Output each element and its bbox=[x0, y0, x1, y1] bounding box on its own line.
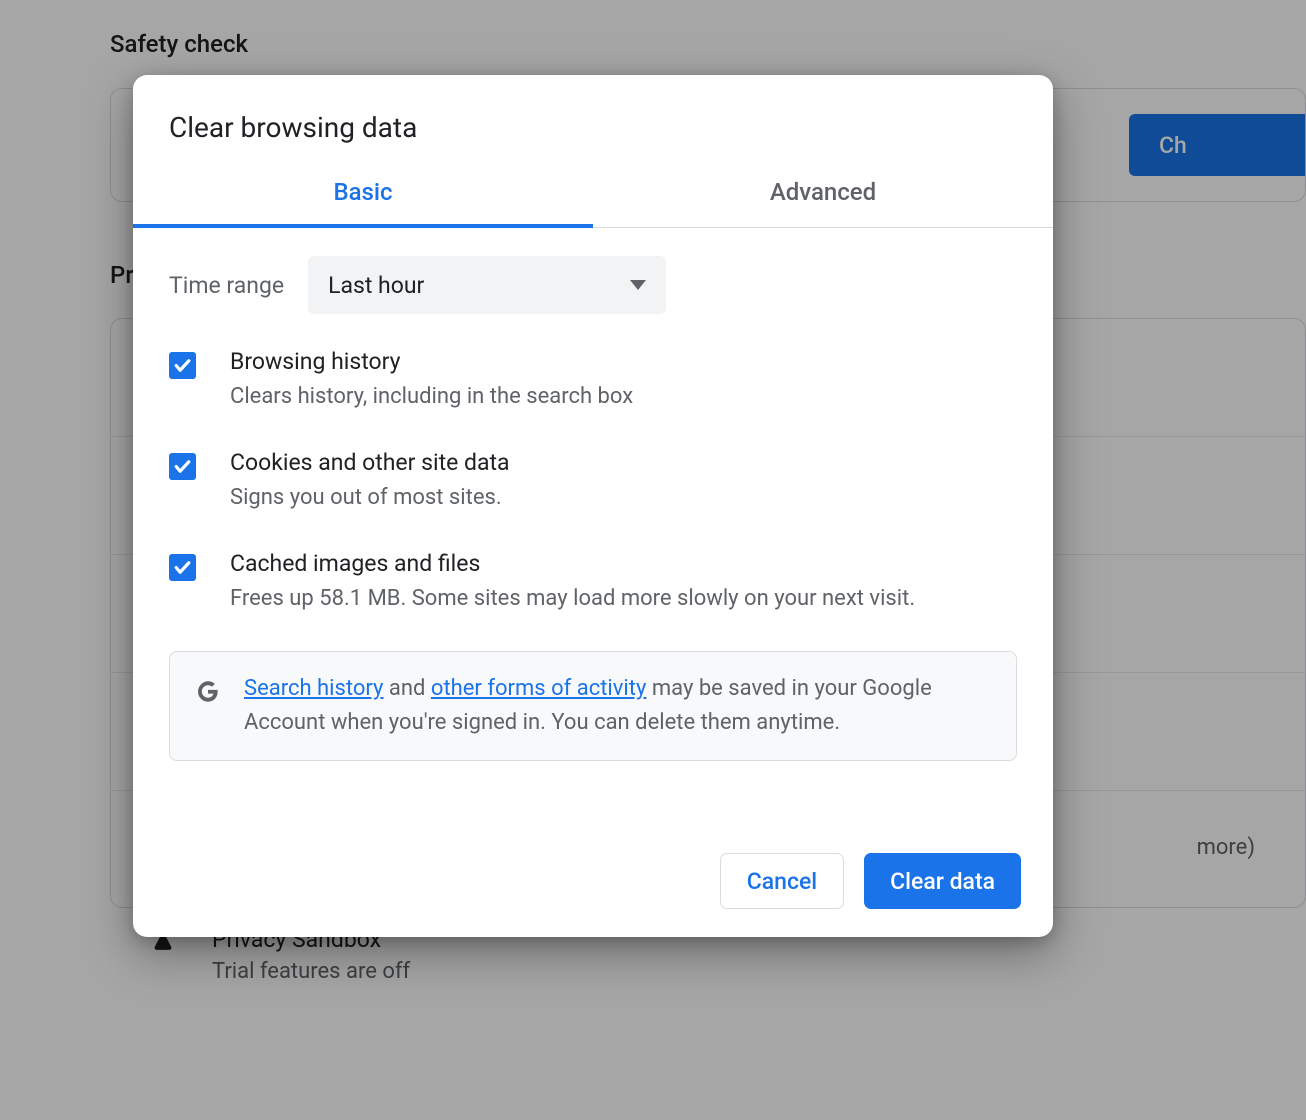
google-account-info-text: Search history and other forms of activi… bbox=[244, 672, 992, 740]
time-range-select[interactable]: Last hour bbox=[308, 256, 666, 314]
option-title: Cached images and files bbox=[230, 550, 915, 577]
checkbox-cookies[interactable] bbox=[169, 453, 196, 480]
tab-advanced[interactable]: Advanced bbox=[593, 178, 1053, 228]
option-desc: Clears history, including in the search … bbox=[230, 381, 633, 413]
search-history-link[interactable]: Search history bbox=[244, 676, 383, 701]
checkbox-cache[interactable] bbox=[169, 554, 196, 581]
time-range-value: Last hour bbox=[328, 272, 424, 299]
dialog-footer: Cancel Clear data bbox=[133, 853, 1053, 937]
cancel-button[interactable]: Cancel bbox=[720, 853, 844, 909]
google-g-icon bbox=[194, 676, 222, 704]
checkbox-browsing-history[interactable] bbox=[169, 352, 196, 379]
option-browsing-history: Browsing history Clears history, includi… bbox=[169, 348, 1017, 413]
clear-data-button[interactable]: Clear data bbox=[864, 853, 1021, 909]
option-desc: Frees up 58.1 MB. Some sites may load mo… bbox=[230, 583, 915, 615]
google-account-info-box: Search history and other forms of activi… bbox=[169, 651, 1017, 761]
option-cookies: Cookies and other site data Signs you ou… bbox=[169, 449, 1017, 514]
chevron-down-icon bbox=[630, 280, 646, 290]
time-range-label: Time range bbox=[169, 272, 284, 299]
time-range-row: Time range Last hour bbox=[169, 256, 1017, 314]
option-cache: Cached images and files Frees up 58.1 MB… bbox=[169, 550, 1017, 615]
tab-basic[interactable]: Basic bbox=[133, 178, 593, 228]
dialog-title: Clear browsing data bbox=[133, 75, 1053, 144]
clear-browsing-data-dialog: Clear browsing data Basic Advanced Time … bbox=[133, 75, 1053, 937]
other-forms-link[interactable]: other forms of activity bbox=[431, 676, 647, 701]
option-title: Cookies and other site data bbox=[230, 449, 510, 476]
option-desc: Signs you out of most sites. bbox=[230, 482, 510, 514]
dialog-tabs: Basic Advanced bbox=[133, 178, 1053, 228]
option-title: Browsing history bbox=[230, 348, 633, 375]
